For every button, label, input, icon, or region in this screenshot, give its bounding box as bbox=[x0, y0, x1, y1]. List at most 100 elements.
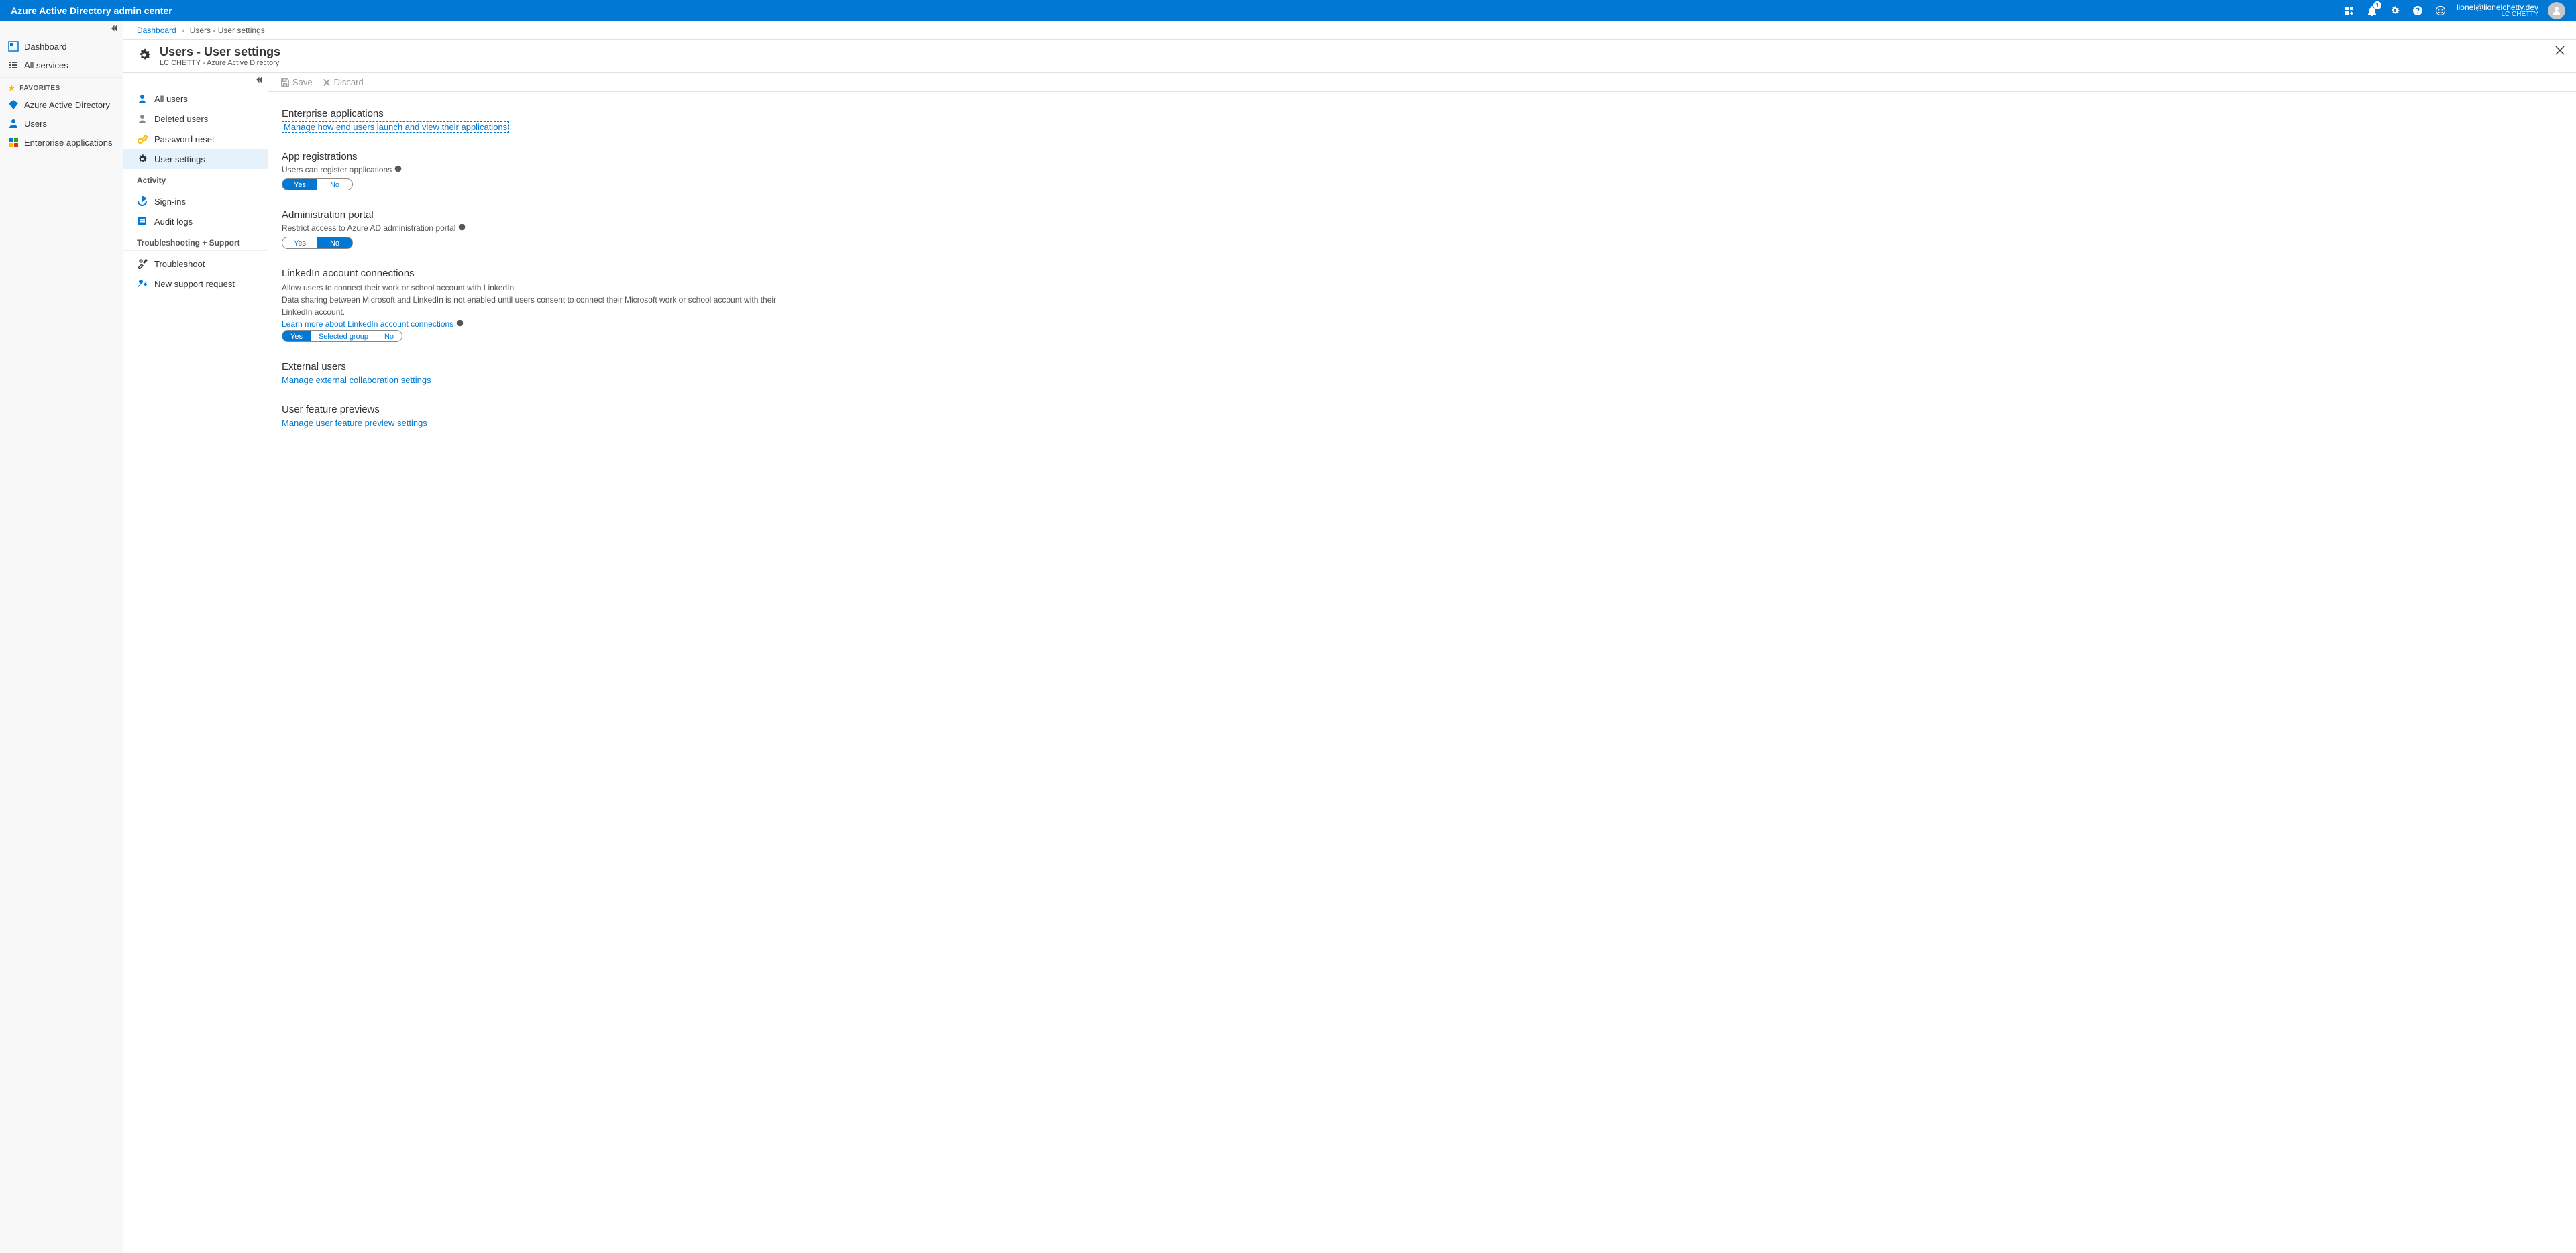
section-app-registrations: App registrations Users can register app… bbox=[282, 151, 885, 190]
support-icon bbox=[137, 278, 148, 289]
secondary-nav-collapse[interactable] bbox=[123, 73, 268, 89]
section-title: External users bbox=[282, 361, 885, 372]
close-button[interactable] bbox=[2555, 45, 2565, 58]
primary-nav: Dashboard All services ★FAVORITES Azure … bbox=[0, 21, 123, 1253]
svg-text:i: i bbox=[460, 321, 461, 326]
sidebar-item-all-services[interactable]: All services bbox=[0, 56, 123, 74]
log-icon bbox=[137, 216, 148, 227]
avatar[interactable] bbox=[2548, 2, 2565, 19]
subnav-label: User settings bbox=[154, 154, 205, 164]
aad-icon bbox=[8, 99, 19, 110]
section-title: Enterprise applications bbox=[282, 108, 885, 119]
subnav-label: Deleted users bbox=[154, 114, 208, 124]
info-icon[interactable]: i bbox=[458, 223, 466, 233]
primary-nav-collapse[interactable] bbox=[0, 21, 123, 37]
toggle-selected-group[interactable]: Selected group bbox=[311, 331, 376, 341]
blade-titles: Users - User settings LC CHETTY - Azure … bbox=[160, 45, 280, 67]
subnav-sign-ins[interactable]: Sign-ins bbox=[123, 191, 268, 211]
subnav-all-users[interactable]: All users bbox=[123, 89, 268, 109]
pane-body: Enterprise applications Manage how end u… bbox=[268, 92, 2576, 463]
toggle-yes[interactable]: Yes bbox=[282, 237, 317, 248]
subnav-label: Audit logs bbox=[154, 217, 193, 227]
sidebar-item-users[interactable]: Users bbox=[0, 114, 123, 133]
page-title: Users - User settings bbox=[160, 45, 280, 59]
discard-button[interactable]: Discard bbox=[322, 77, 364, 87]
help-icon[interactable] bbox=[2411, 4, 2424, 17]
signin-icon bbox=[137, 196, 148, 207]
breadcrumb-current: Users - User settings bbox=[190, 25, 265, 35]
external-users-link[interactable]: Manage external collaboration settings bbox=[282, 375, 431, 385]
section-title: LinkedIn account connections bbox=[282, 268, 885, 279]
admin-portal-toggle: Yes No bbox=[282, 237, 353, 249]
notification-badge: 1 bbox=[2373, 1, 2381, 9]
section-sublabel: Users can register applicationsi bbox=[282, 165, 885, 174]
sidebar-item-label: Azure Active Directory bbox=[24, 100, 110, 110]
toggle-no[interactable]: No bbox=[376, 331, 402, 341]
secondary-nav: All users Deleted users Password reset U… bbox=[123, 73, 268, 1253]
main-area: Dashboard All services ★FAVORITES Azure … bbox=[0, 21, 2576, 1253]
gear-icon bbox=[137, 154, 148, 164]
section-enterprise-apps: Enterprise applications Manage how end u… bbox=[282, 108, 885, 132]
favorites-heading: ★FAVORITES bbox=[0, 77, 123, 95]
info-icon: i bbox=[456, 319, 464, 329]
subnav-audit-logs[interactable]: Audit logs bbox=[123, 211, 268, 231]
section-admin-portal: Administration portal Restrict access to… bbox=[282, 209, 885, 249]
top-bar: Azure Active Directory admin center 1 li… bbox=[0, 0, 2576, 21]
sidebar-item-enterprise-apps[interactable]: Enterprise applications bbox=[0, 133, 123, 152]
feedback-icon[interactable] bbox=[2434, 4, 2447, 17]
subnav-label: Troubleshoot bbox=[154, 259, 205, 269]
user-icon bbox=[137, 93, 148, 104]
toggle-yes[interactable]: Yes bbox=[282, 179, 317, 190]
breadcrumb: Dashboard › Users - User settings bbox=[123, 21, 2576, 40]
dashboard-icon bbox=[8, 41, 19, 52]
subnav-user-settings[interactable]: User settings bbox=[123, 149, 268, 169]
troubleshooting-heading: Troubleshooting + Support bbox=[123, 231, 268, 251]
content-area: Dashboard › Users - User settings Users … bbox=[123, 21, 2576, 1253]
user-account-block[interactable]: lionel@lionelchetty.dev LC CHETTY bbox=[2457, 3, 2538, 18]
save-button[interactable]: Save bbox=[280, 77, 313, 87]
users-icon bbox=[8, 118, 19, 129]
section-sublabel: Restrict access to Azure AD administrati… bbox=[282, 223, 885, 233]
linkedin-learn-link[interactable]: Learn more about LinkedIn account connec… bbox=[282, 319, 885, 329]
toggle-yes[interactable]: Yes bbox=[282, 331, 311, 341]
tools-icon bbox=[137, 258, 148, 269]
subnav-label: All users bbox=[154, 94, 188, 104]
sidebar-item-label: Dashboard bbox=[24, 42, 67, 52]
key-icon bbox=[137, 133, 148, 144]
info-icon[interactable]: i bbox=[394, 165, 402, 174]
section-title: App registrations bbox=[282, 151, 885, 162]
directory-switch-icon[interactable] bbox=[2343, 4, 2356, 17]
brand-title: Azure Active Directory admin center bbox=[11, 5, 172, 16]
notifications-icon[interactable]: 1 bbox=[2365, 4, 2379, 17]
subnav-troubleshoot[interactable]: Troubleshoot bbox=[123, 254, 268, 274]
user-org: LC CHETTY bbox=[2457, 11, 2538, 18]
user-previews-link[interactable]: Manage user feature preview settings bbox=[282, 418, 427, 428]
subnav-password-reset[interactable]: Password reset bbox=[123, 129, 268, 149]
subnav-new-support[interactable]: New support request bbox=[123, 274, 268, 294]
linkedin-toggle: Yes Selected group No bbox=[282, 330, 402, 342]
manage-ent-apps-link[interactable]: Manage how end users launch and view the… bbox=[282, 121, 509, 133]
topbar-right: 1 lionel@lionelchetty.dev LC CHETTY bbox=[2343, 2, 2565, 19]
svg-text:i: i bbox=[398, 167, 399, 172]
settings-pane: Save Discard Enterprise applications Man… bbox=[268, 73, 2576, 1253]
pane-toolbar: Save Discard bbox=[268, 73, 2576, 92]
sidebar-item-dashboard[interactable]: Dashboard bbox=[0, 37, 123, 56]
breadcrumb-dashboard[interactable]: Dashboard bbox=[137, 25, 176, 35]
section-title: Administration portal bbox=[282, 209, 885, 221]
gear-icon bbox=[137, 48, 152, 64]
toggle-no[interactable]: No bbox=[317, 179, 352, 190]
section-external-users: External users Manage external collabora… bbox=[282, 361, 885, 385]
settings-icon[interactable] bbox=[2388, 4, 2402, 17]
sidebar-item-label: Users bbox=[24, 119, 47, 129]
user-deleted-icon bbox=[137, 113, 148, 124]
app-reg-toggle: Yes No bbox=[282, 178, 353, 190]
blade-header: Users - User settings LC CHETTY - Azure … bbox=[123, 40, 2576, 73]
activity-heading: Activity bbox=[123, 169, 268, 188]
sidebar-item-aad[interactable]: Azure Active Directory bbox=[0, 95, 123, 114]
subnav-label: New support request bbox=[154, 279, 235, 289]
subnav-deleted-users[interactable]: Deleted users bbox=[123, 109, 268, 129]
toggle-no[interactable]: No bbox=[317, 237, 352, 248]
sidebar-item-label: Enterprise applications bbox=[24, 138, 113, 148]
star-icon: ★ bbox=[8, 83, 15, 93]
subnav-label: Sign-ins bbox=[154, 197, 186, 207]
